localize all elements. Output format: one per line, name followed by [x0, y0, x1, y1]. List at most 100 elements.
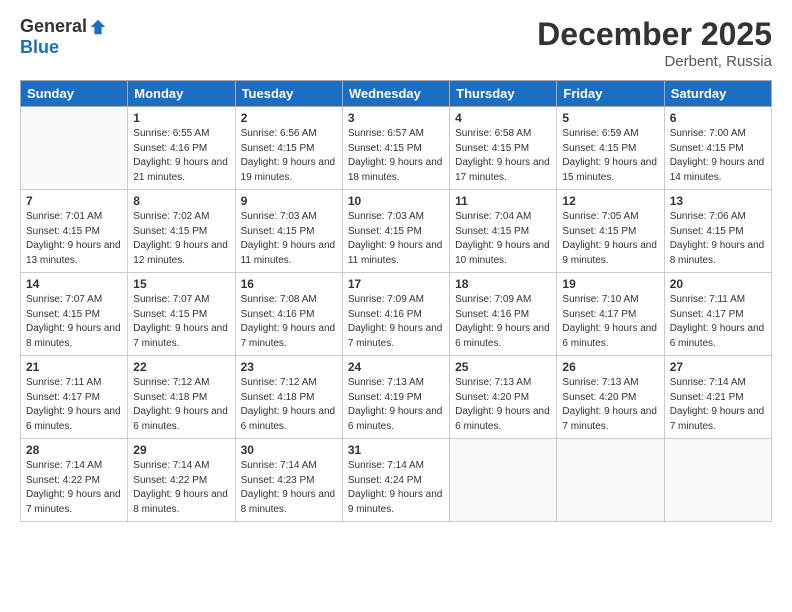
day-info: Sunrise: 7:03 AMSunset: 4:15 PMDaylight:…	[241, 210, 337, 268]
table-row: 24 Sunrise: 7:13 AMSunset: 4:19 PMDayligh…	[342, 356, 449, 439]
day-number: 15	[133, 277, 229, 291]
table-row: 1 Sunrise: 6:55 AMSunset: 4:16 PMDaylight…	[128, 107, 235, 190]
day-info: Sunrise: 7:02 AMSunset: 4:15 PMDaylight:…	[133, 210, 229, 268]
day-info: Sunrise: 7:05 AMSunset: 4:15 PMDaylight:…	[562, 210, 658, 268]
table-row	[664, 439, 771, 522]
day-number: 13	[670, 194, 766, 208]
table-row: 30 Sunrise: 7:14 AMSunset: 4:23 PMDayligh…	[235, 439, 342, 522]
table-row: 26 Sunrise: 7:13 AMSunset: 4:20 PMDayligh…	[557, 356, 664, 439]
table-row: 3Sunrise: 6:57 AMSunset: 4:15 PMDaylight…	[342, 107, 449, 190]
day-info: Sunrise: 7:12 AMSunset: 4:18 PMDaylight:…	[241, 376, 337, 434]
day-info: Sunrise: 6:59 AMSunset: 4:15 PMDaylight:…	[562, 127, 658, 185]
day-info: Sunrise: 7:09 AMSunset: 4:16 PMDaylight:…	[455, 293, 551, 351]
table-row: 18 Sunrise: 7:09 AMSunset: 4:16 PMDayligh…	[450, 273, 557, 356]
day-info: Sunrise: 7:14 AMSunset: 4:21 PMDaylight:…	[670, 376, 766, 434]
table-row: 16Sunrise: 7:08 AMSunset: 4:16 PMDayligh…	[235, 273, 342, 356]
table-row: 9 Sunrise: 7:03 AMSunset: 4:15 PMDaylight…	[235, 190, 342, 273]
table-row: 27Sunrise: 7:14 AMSunset: 4:21 PMDayligh…	[664, 356, 771, 439]
table-row: 15Sunrise: 7:07 AMSunset: 4:15 PMDayligh…	[128, 273, 235, 356]
day-info: Sunrise: 7:07 AMSunset: 4:15 PMDaylight:…	[26, 293, 122, 351]
day-number: 10	[348, 194, 444, 208]
header-tuesday: Tuesday	[235, 81, 342, 107]
day-info: Sunrise: 7:14 AMSunset: 4:22 PMDaylight:…	[133, 459, 229, 517]
calendar-table: Sunday Monday Tuesday Wednesday Thursday…	[20, 80, 772, 522]
day-info: Sunrise: 7:13 AMSunset: 4:19 PMDaylight:…	[348, 376, 444, 434]
day-info: Sunrise: 7:00 AMSunset: 4:15 PMDaylight:…	[670, 127, 766, 185]
day-number: 31	[348, 443, 444, 457]
page-container: General Blue December 2025 Derbent, Russ…	[0, 0, 792, 612]
day-number: 18	[455, 277, 551, 291]
table-row: 28 Sunrise: 7:14 AMSunset: 4:22 PMDayligh…	[21, 439, 128, 522]
table-row: 19 Sunrise: 7:10 AMSunset: 4:17 PMDayligh…	[557, 273, 664, 356]
table-row: 7 Sunrise: 7:01 AMSunset: 4:15 PMDaylight…	[21, 190, 128, 273]
table-row: 4 Sunrise: 6:58 AMSunset: 4:15 PMDaylight…	[450, 107, 557, 190]
day-info: Sunrise: 7:12 AMSunset: 4:18 PMDaylight:…	[133, 376, 229, 434]
day-info: Sunrise: 7:01 AMSunset: 4:15 PMDaylight:…	[26, 210, 122, 268]
table-row: 2Sunrise: 6:56 AMSunset: 4:15 PMDaylight…	[235, 107, 342, 190]
day-number: 19	[562, 277, 658, 291]
day-info: Sunrise: 7:10 AMSunset: 4:17 PMDaylight:…	[562, 293, 658, 351]
day-number: 28	[26, 443, 122, 457]
calendar-week-row: 1 Sunrise: 6:55 AMSunset: 4:16 PMDaylight…	[21, 107, 772, 190]
day-number: 1	[133, 111, 229, 125]
table-row: 6 Sunrise: 7:00 AMSunset: 4:15 PMDaylight…	[664, 107, 771, 190]
table-row: 29 Sunrise: 7:14 AMSunset: 4:22 PMDayligh…	[128, 439, 235, 522]
day-info: Sunrise: 7:14 AMSunset: 4:22 PMDaylight:…	[26, 459, 122, 517]
day-info: Sunrise: 7:04 AMSunset: 4:15 PMDaylight:…	[455, 210, 551, 268]
day-info: Sunrise: 7:03 AMSunset: 4:15 PMDaylight:…	[348, 210, 444, 268]
day-info: Sunrise: 7:09 AMSunset: 4:16 PMDaylight:…	[348, 293, 444, 351]
day-number: 26	[562, 360, 658, 374]
day-number: 30	[241, 443, 337, 457]
day-number: 23	[241, 360, 337, 374]
day-info: Sunrise: 7:11 AMSunset: 4:17 PMDaylight:…	[26, 376, 122, 434]
day-info: Sunrise: 6:58 AMSunset: 4:15 PMDaylight:…	[455, 127, 551, 185]
table-row: 17 Sunrise: 7:09 AMSunset: 4:16 PMDayligh…	[342, 273, 449, 356]
day-number: 9	[241, 194, 337, 208]
day-number: 6	[670, 111, 766, 125]
location: Derbent, Russia	[537, 53, 772, 70]
calendar-week-row: 14 Sunrise: 7:07 AMSunset: 4:15 PMDayligh…	[21, 273, 772, 356]
table-row: 20 Sunrise: 7:11 AMSunset: 4:17 PMDayligh…	[664, 273, 771, 356]
table-row: 5 Sunrise: 6:59 AMSunset: 4:15 PMDaylight…	[557, 107, 664, 190]
day-number: 5	[562, 111, 658, 125]
day-info: Sunrise: 6:55 AMSunset: 4:16 PMDaylight:…	[133, 127, 229, 185]
day-number: 24	[348, 360, 444, 374]
header-saturday: Saturday	[664, 81, 771, 107]
table-row: 13 Sunrise: 7:06 AMSunset: 4:15 PMDayligh…	[664, 190, 771, 273]
day-number: 29	[133, 443, 229, 457]
day-number: 21	[26, 360, 122, 374]
day-number: 14	[26, 277, 122, 291]
table-row	[21, 107, 128, 190]
day-number: 7	[26, 194, 122, 208]
logo-icon	[89, 18, 107, 36]
day-number: 22	[133, 360, 229, 374]
table-row	[557, 439, 664, 522]
day-info: Sunrise: 6:57 AMSunset: 4:15 PMDaylight:…	[348, 127, 444, 185]
day-number: 17	[348, 277, 444, 291]
day-number: 20	[670, 277, 766, 291]
day-info: Sunrise: 7:14 AMSunset: 4:23 PMDaylight:…	[241, 459, 337, 517]
table-row: 8 Sunrise: 7:02 AMSunset: 4:15 PMDaylight…	[128, 190, 235, 273]
day-info: Sunrise: 6:56 AMSunset: 4:15 PMDaylight:…	[241, 127, 337, 185]
day-info: Sunrise: 7:11 AMSunset: 4:17 PMDaylight:…	[670, 293, 766, 351]
day-info: Sunrise: 7:06 AMSunset: 4:15 PMDaylight:…	[670, 210, 766, 268]
day-number: 8	[133, 194, 229, 208]
day-number: 11	[455, 194, 551, 208]
calendar-week-row: 7 Sunrise: 7:01 AMSunset: 4:15 PMDaylight…	[21, 190, 772, 273]
day-info: Sunrise: 7:13 AMSunset: 4:20 PMDaylight:…	[562, 376, 658, 434]
logo-blue-text: Blue	[20, 37, 59, 58]
table-row: 23 Sunrise: 7:12 AMSunset: 4:18 PMDayligh…	[235, 356, 342, 439]
table-row: 31 Sunrise: 7:14 AMSunset: 4:24 PMDayligh…	[342, 439, 449, 522]
header-thursday: Thursday	[450, 81, 557, 107]
header: General Blue December 2025 Derbent, Russ…	[20, 16, 772, 70]
day-number: 12	[562, 194, 658, 208]
day-number: 4	[455, 111, 551, 125]
logo: General Blue	[20, 16, 107, 58]
day-info: Sunrise: 7:14 AMSunset: 4:24 PMDaylight:…	[348, 459, 444, 517]
day-info: Sunrise: 7:08 AMSunset: 4:16 PMDaylight:…	[241, 293, 337, 351]
day-number: 25	[455, 360, 551, 374]
calendar-week-row: 21 Sunrise: 7:11 AMSunset: 4:17 PMDayligh…	[21, 356, 772, 439]
table-row	[450, 439, 557, 522]
calendar-header-row: Sunday Monday Tuesday Wednesday Thursday…	[21, 81, 772, 107]
table-row: 12 Sunrise: 7:05 AMSunset: 4:15 PMDayligh…	[557, 190, 664, 273]
